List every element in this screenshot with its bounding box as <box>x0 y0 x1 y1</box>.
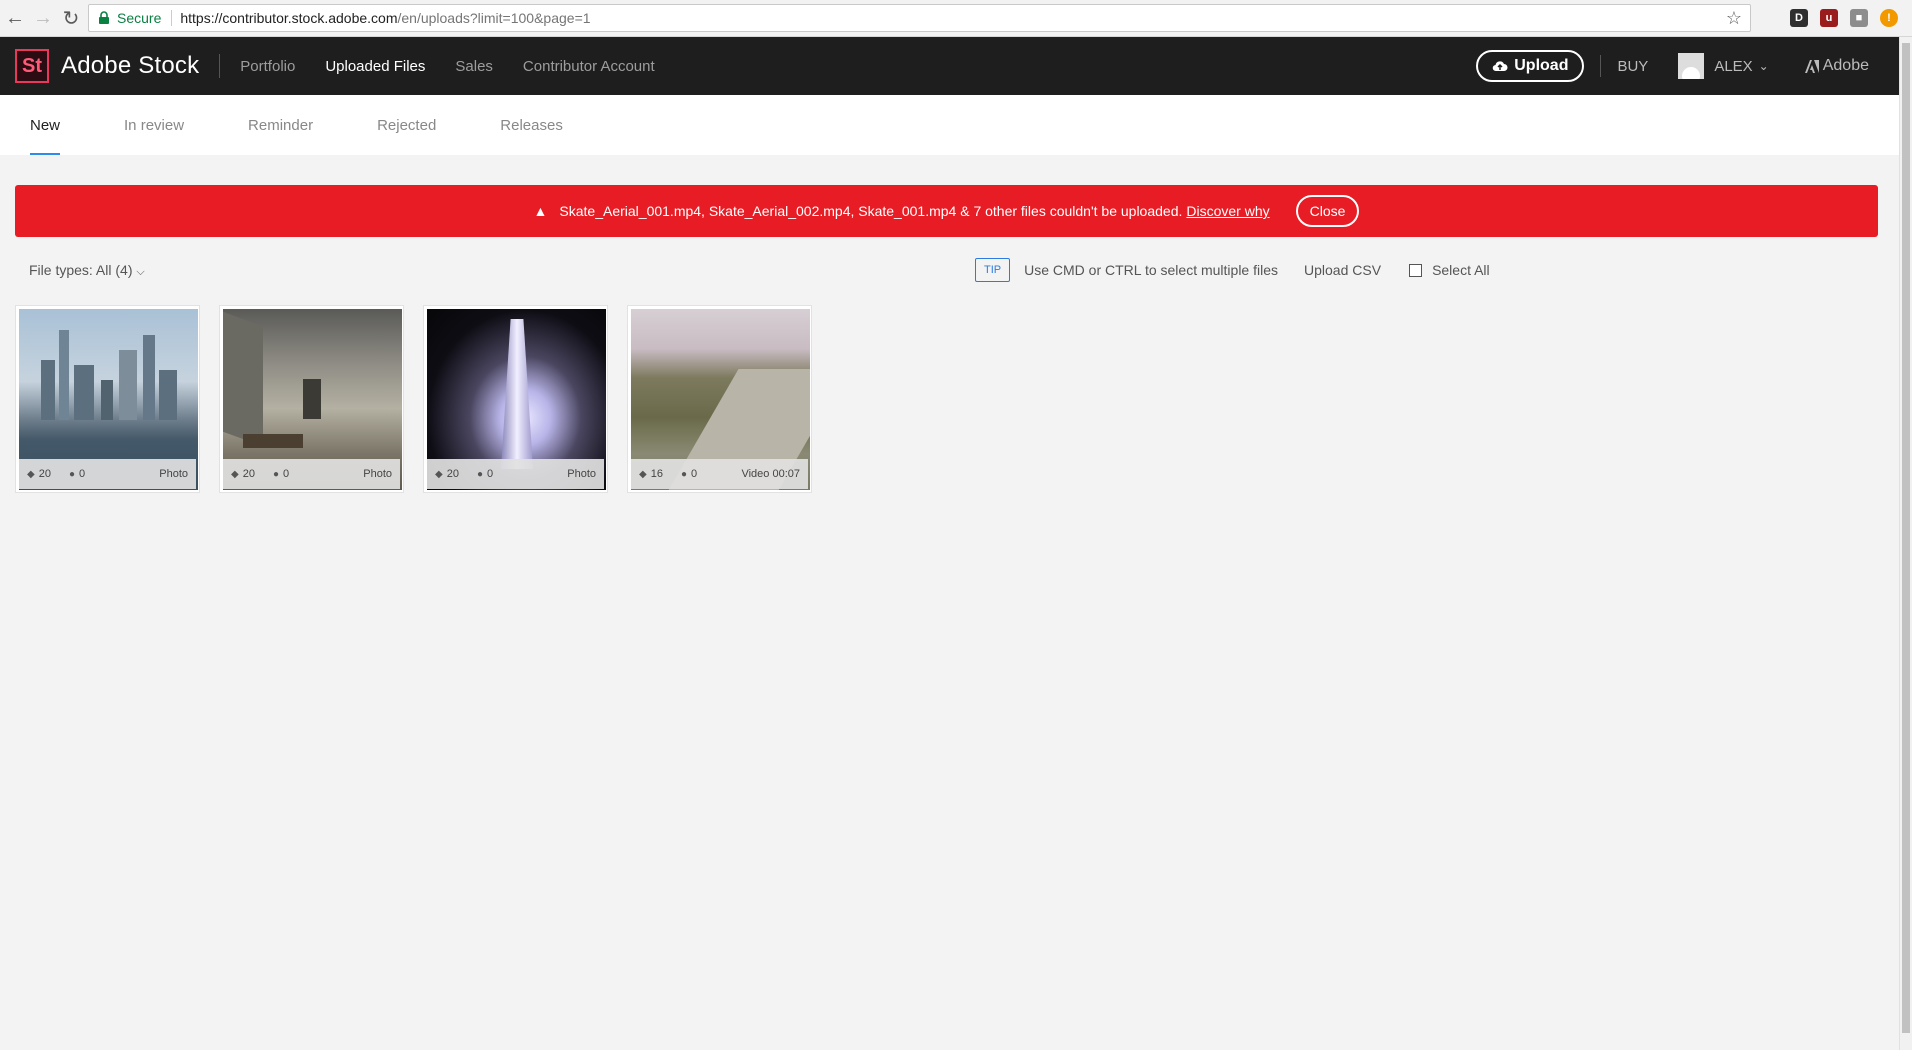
adobe-logo-icon <box>1804 59 1819 73</box>
people-count: 0 <box>79 468 86 480</box>
tab-new[interactable]: New <box>30 95 61 155</box>
tip-text: Use CMD or CTRL to select multiple files <box>1024 262 1279 278</box>
file-meta: ◆ 20 ● 0 Photo <box>19 459 196 489</box>
tab-releases[interactable]: Releases <box>500 95 563 155</box>
user-menu[interactable]: ALEX <box>1714 58 1752 75</box>
tag-icon: ◆ <box>435 468 443 480</box>
tag-icon: ◆ <box>27 468 35 480</box>
select-all-checkbox[interactable] <box>1409 263 1423 277</box>
file-types-dropdown[interactable]: File types: All (4) ⌵ <box>29 262 145 279</box>
tab-in-review[interactable]: In review <box>124 95 184 155</box>
file-card[interactable]: ◆ 20 ● 0 Photo <box>219 305 404 493</box>
file-type: Video 00:07 <box>741 468 800 480</box>
header-separator <box>1600 55 1602 77</box>
tab-rejected[interactable]: Rejected <box>377 95 436 155</box>
reload-icon[interactable]: ↻ <box>58 5 84 31</box>
cloud-upload-icon <box>1492 61 1508 72</box>
close-button[interactable]: Close <box>1295 195 1360 227</box>
file-type: Photo <box>363 468 392 480</box>
scrollbar-thumb[interactable] <box>1902 43 1910 1033</box>
tip-badge: TIP <box>975 258 1011 282</box>
back-icon[interactable]: ← <box>2 5 28 31</box>
tag-icon: ◆ <box>639 468 647 480</box>
bookmark-star-icon[interactable]: ☆ <box>1726 8 1742 29</box>
file-types-label: File types: All (4) <box>29 262 133 278</box>
keyword-count: 20 <box>242 468 255 480</box>
upload-error-banner: ▲ Skate_Aerial_001.mp4, Skate_Aerial_002… <box>15 185 1878 237</box>
extension-ublock-icon[interactable]: u <box>1820 9 1838 27</box>
chevron-down-icon[interactable]: ⌄ <box>1759 59 1769 73</box>
tab-reminder[interactable]: Reminder <box>248 95 313 155</box>
file-card[interactable]: ◆ 20 ● 0 Photo <box>15 305 200 493</box>
buy-link[interactable]: BUY <box>1617 58 1648 75</box>
people-icon: ● <box>272 468 279 480</box>
header-divider <box>219 54 221 78</box>
people-icon: ● <box>476 468 483 480</box>
browser-toolbar: ← → ↻ Secure https://contributor.stock.a… <box>0 0 1912 37</box>
upload-csv-link[interactable]: Upload CSV <box>1304 262 1381 278</box>
people-count: 0 <box>283 468 290 480</box>
alert-message: Skate_Aerial_001.mp4, Skate_Aerial_002.m… <box>559 203 1183 219</box>
keyword-count: 16 <box>650 468 663 480</box>
nav-uploaded-files[interactable]: Uploaded Files <box>325 58 425 75</box>
forward-icon[interactable]: → <box>30 5 56 31</box>
url-path: /en/uploads?limit=100&page=1 <box>397 10 591 26</box>
lock-icon <box>99 11 109 24</box>
file-meta: ◆ 16 ● 0 Video 00:07 <box>631 459 808 489</box>
people-count: 0 <box>487 468 494 480</box>
brand-title[interactable]: Adobe Stock <box>61 52 199 80</box>
app-header: St Adobe Stock Portfolio Uploaded Files … <box>0 37 1899 95</box>
notification-icon[interactable]: ! <box>1880 9 1898 27</box>
avatar[interactable] <box>1678 53 1705 79</box>
select-all[interactable]: Select All <box>1409 262 1490 278</box>
select-all-label: Select All <box>1432 262 1490 278</box>
adobe-stock-logo[interactable]: St <box>15 49 49 83</box>
status-tabs: New In review Reminder Rejected Releases <box>0 95 1899 155</box>
file-card[interactable]: ◆ 20 ● 0 Photo <box>423 305 608 493</box>
extension-d-icon[interactable]: D <box>1790 9 1808 27</box>
file-meta: ◆ 20 ● 0 Photo <box>427 459 604 489</box>
file-type: Photo <box>567 468 596 480</box>
uploaded-files-grid: ◆ 20 ● 0 Photo ◆ 20 ● 0 Photo ◆ 20 ● 0 Photo <box>15 305 812 493</box>
address-bar[interactable]: Secure https://contributor.stock.adobe.c… <box>88 4 1751 32</box>
tag-icon: ◆ <box>231 468 239 480</box>
upload-label: Upload <box>1514 57 1569 74</box>
extension-gray-icon[interactable]: ■ <box>1850 9 1868 27</box>
people-count: 0 <box>691 468 698 480</box>
people-icon: ● <box>680 468 687 480</box>
files-toolbar: File types: All (4) ⌵ TIP Use CMD or CTR… <box>29 258 1529 284</box>
warning-icon: ▲ <box>533 203 548 219</box>
discover-why-link[interactable]: Discover why <box>1186 203 1269 219</box>
secure-label: Secure <box>117 10 173 26</box>
upload-button[interactable]: Upload <box>1476 50 1585 82</box>
url-host: https://contributor.stock.adobe.com <box>180 10 398 26</box>
chevron-down-icon: ⌵ <box>136 266 145 278</box>
keyword-count: 20 <box>38 468 51 480</box>
file-card[interactable]: ◆ 16 ● 0 Video 00:07 <box>627 305 812 493</box>
nav-portfolio[interactable]: Portfolio <box>240 58 295 75</box>
nav-contributor-account[interactable]: Contributor Account <box>523 58 655 75</box>
file-type: Photo <box>159 468 188 480</box>
keyword-count: 20 <box>446 468 459 480</box>
people-icon: ● <box>68 468 75 480</box>
page-scrollbar[interactable] <box>1899 37 1912 1050</box>
adobe-link[interactable]: Adobe <box>1804 57 1869 75</box>
adobe-label: Adobe <box>1822 57 1869 74</box>
file-meta: ◆ 20 ● 0 Photo <box>223 459 400 489</box>
nav-sales[interactable]: Sales <box>455 58 493 75</box>
